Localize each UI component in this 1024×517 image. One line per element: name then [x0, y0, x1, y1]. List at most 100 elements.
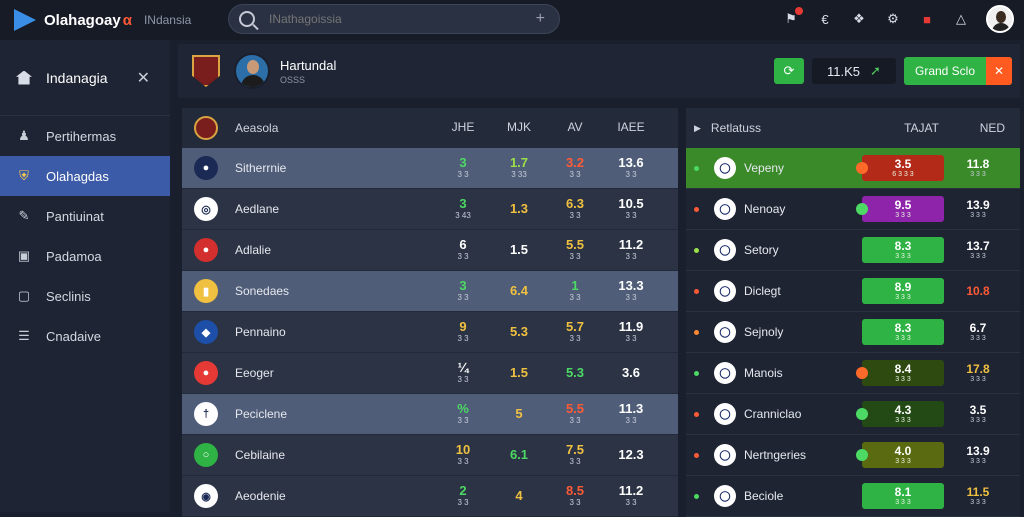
odds-cell[interactable]: 13 3	[547, 279, 603, 302]
odds-cell[interactable]: 11.2 3 3	[603, 238, 659, 261]
close-icon[interactable]: ✕	[986, 57, 1012, 85]
odds-cell[interactable]: 5	[491, 406, 547, 421]
result-cell[interactable]: 11.8 3 3 3	[950, 158, 1006, 178]
table-row[interactable]: ◯ Cranniclao 4.3 3 3 3 3.5 3 3 3	[686, 394, 1020, 435]
result-cell[interactable]: 6.7 3 3 3	[950, 322, 1006, 342]
odds-button[interactable]: 8.3 3 3 3	[862, 237, 944, 263]
odds-button[interactable]: 8.4 3 3 3	[856, 360, 944, 386]
result-cell[interactable]: 13.9 3 3 3	[950, 445, 1006, 465]
table-row[interactable]: ◯ Vepeny 3.5 6 3 3 3 11.8 3 3 3	[686, 148, 1020, 189]
odds-cell[interactable]: 5.7 3 3	[547, 320, 603, 343]
odds-button[interactable]: 9.5 3 3 3	[856, 196, 944, 222]
table-row[interactable]: ◎ Aedlane 3 3 43 1.3 6.3 3 3 10.5 3 3	[182, 189, 678, 230]
search-bar[interactable]: +	[228, 4, 560, 34]
odds-cell[interactable]: 8.5 3 3	[547, 484, 603, 507]
odds-button[interactable]: 4.0 3 3 3	[856, 442, 944, 468]
odds-cell[interactable]: 33 3	[435, 279, 491, 302]
odds-button[interactable]: 3.5 6 3 3 3	[856, 155, 944, 181]
table-row[interactable]: ◯ Nenoay 9.5 3 3 3 13.9 3 3 3	[686, 189, 1020, 230]
odds-cell[interactable]: 6.4	[491, 283, 547, 298]
odds-cell[interactable]: 3.6	[603, 365, 659, 380]
odds-cell[interactable]: 13.3 3 3	[603, 279, 659, 302]
odds-cell[interactable]: 1.5	[491, 365, 547, 380]
column-header[interactable]: NED	[965, 121, 1020, 135]
odds-button[interactable]: 4.3 3 3 3	[856, 401, 944, 427]
column-header[interactable]: MJK	[491, 121, 547, 134]
odds-button[interactable]: 8.9 3 3 3	[862, 278, 944, 304]
odds-cell[interactable]: % 3 3	[435, 402, 491, 425]
odds-cell[interactable]: 33 43	[435, 197, 491, 220]
odds-display[interactable]: 11.K5 ➚	[812, 58, 896, 84]
result-cell[interactable]: 10.8	[950, 285, 1006, 298]
table-row[interactable]: ● Sitherrnie 3 3 3 1.7 3 33 3.2 3 3 13.6 3 3	[182, 148, 678, 189]
search-input[interactable]	[269, 12, 519, 26]
odds-cell[interactable]: 63 3	[435, 238, 491, 261]
add-icon[interactable]: +	[536, 10, 545, 28]
table-row[interactable]: ◯ Diclegt 8.9 3 3 3 10.8	[686, 271, 1020, 312]
app-logo[interactable]: Olahagoay α INdansia	[14, 9, 224, 31]
odds-cell[interactable]: 33 3	[435, 156, 491, 179]
sidebar-item[interactable]: ♟ Pertihermas	[0, 116, 170, 156]
close-icon[interactable]: ✕	[137, 68, 150, 88]
result-cell[interactable]: 3.5 3 3 3	[950, 404, 1006, 424]
table-row[interactable]: ◉ Aeodenie 2 3 3 4 8.5 3 3 11.2 3 3	[182, 476, 678, 517]
expand-icon[interactable]: ▶	[694, 123, 701, 134]
table-row[interactable]: ● Eeoger ¼ 3 3 1.5 5.3 3.6	[182, 353, 678, 394]
odds-cell[interactable]: 13.6 3 3	[603, 156, 659, 179]
odds-cell[interactable]: 4	[491, 488, 547, 503]
sidebar-item[interactable]: ▢ Seclinis	[0, 276, 170, 316]
result-cell[interactable]: 11.5 3 3 3	[950, 486, 1006, 506]
result-cell[interactable]: 17.8 3 3 3	[950, 363, 1006, 383]
odds-cell[interactable]: 11.2 3 3	[603, 484, 659, 507]
table-row[interactable]: ○ Cebilaine 10 3 3 6.1 7.5 3 3 12.3	[182, 435, 678, 476]
currency-icon[interactable]: €	[816, 10, 834, 28]
notification-icon[interactable]: ⚑	[782, 7, 803, 28]
odds-cell[interactable]: 12.3	[603, 447, 659, 462]
odds-cell[interactable]: 10.5 3 3	[603, 197, 659, 220]
home-icon[interactable]	[16, 70, 32, 85]
odds-cell[interactable]: 10 3 3	[435, 443, 491, 466]
odds-button[interactable]: 8.1 3 3 3	[862, 483, 944, 509]
odds-cell[interactable]: 5.3	[491, 324, 547, 339]
column-header[interactable]: JHE	[435, 121, 491, 134]
table-row[interactable]: ▮ Sonedaes 3 3 3 6.4 1 3 3 13.3 3 3	[182, 271, 678, 312]
table-row[interactable]: ◯ Sejnoly 8.3 3 3 3 6.7 3 3 3	[686, 312, 1020, 353]
table-row[interactable]: ◯ Beciole 8.1 3 3 3 11.5 3 3 3	[686, 476, 1020, 517]
column-header[interactable]: Aeasola	[235, 121, 435, 135]
table-row[interactable]: ◯ Nertngeries 4.0 3 3 3 13.9 3 3 3	[686, 435, 1020, 476]
table-row[interactable]: ◯ Setory 8.3 3 3 3 13.7 3 3 3	[686, 230, 1020, 271]
odds-cell[interactable]: 11.9 3 3	[603, 320, 659, 343]
odds-cell[interactable]: 3.2 3 3	[547, 156, 603, 179]
odds-button[interactable]: 8.3 3 3 3	[862, 319, 944, 345]
odds-cell[interactable]: 5.5 3 3	[547, 238, 603, 261]
odds-cell[interactable]: 6.3 3 3	[547, 197, 603, 220]
odds-cell[interactable]: 23 3	[435, 484, 491, 507]
player-avatar[interactable]	[234, 53, 270, 89]
bet-slip-button[interactable]: Grand Sclo ✕	[904, 57, 1012, 85]
user-outline-icon[interactable]: △	[952, 10, 970, 28]
odds-cell[interactable]: 1.5	[491, 242, 547, 257]
refresh-button[interactable]: ⟳	[774, 58, 804, 84]
settings-icon[interactable]: ⚙	[884, 10, 902, 28]
column-header[interactable]: AV	[547, 121, 603, 134]
odds-cell[interactable]: 6.1	[491, 447, 547, 462]
table-row[interactable]: ◯ Manois 8.4 3 3 3 17.8 3 3 3	[686, 353, 1020, 394]
table-row[interactable]: ● Adlalie 6 3 3 1.5 5.5 3 3 11.2 3 3	[182, 230, 678, 271]
column-header[interactable]: Retlatuss	[711, 121, 878, 135]
sidebar-item[interactable]: ☰ Cnadaive	[0, 316, 170, 356]
odds-cell[interactable]: 11.3 3 3	[603, 402, 659, 425]
grid-icon[interactable]: ❖	[850, 10, 868, 28]
column-header[interactable]: TAJAT	[878, 121, 965, 135]
odds-cell[interactable]: 1.7 3 33	[491, 156, 547, 179]
table-row[interactable]: † Peciclene% 3 3 5 5.5 3 3 11.3 3 3	[182, 394, 678, 435]
sidebar-item[interactable]: ✎ Pantiuinat	[0, 196, 170, 236]
region-label[interactable]: INdansia	[144, 13, 191, 27]
avatar[interactable]	[986, 5, 1014, 33]
odds-cell[interactable]: 5.3	[547, 365, 603, 380]
column-header[interactable]: IAEE	[603, 121, 659, 134]
odds-cell[interactable]: ¼3 3	[435, 361, 491, 384]
table-row[interactable]: ◆ Pennaino 9 3 3 5.3 5.7 3 3 11.9 3 3	[182, 312, 678, 353]
result-cell[interactable]: 13.9 3 3 3	[950, 199, 1006, 219]
odds-cell[interactable]: 7.5 3 3	[547, 443, 603, 466]
result-cell[interactable]: 13.7 3 3 3	[950, 240, 1006, 260]
